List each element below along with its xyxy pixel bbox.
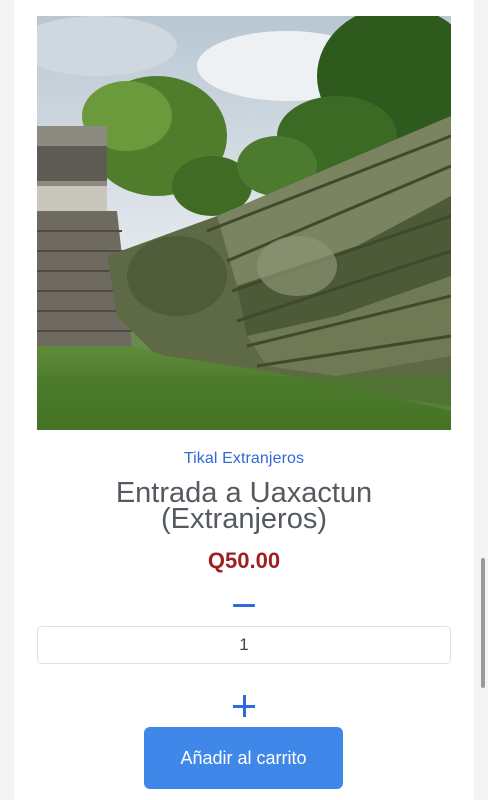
product-card: Tikal Extranjeros Entrada a Uaxactun (Ex…	[14, 0, 474, 800]
quantity-input[interactable]	[37, 626, 451, 664]
product-category-link[interactable]: Tikal Extranjeros	[14, 450, 474, 468]
plus-icon[interactable]	[231, 694, 257, 720]
product-price: Q50.00	[207, 548, 281, 573]
minus-icon[interactable]	[231, 592, 257, 618]
scrollbar-thumb[interactable]	[481, 558, 485, 688]
product-title: Entrada a Uaxactun (Extranjeros)	[115, 477, 373, 535]
product-image[interactable]	[37, 16, 451, 430]
add-to-cart-button[interactable]: Añadir al carrito	[144, 727, 343, 789]
